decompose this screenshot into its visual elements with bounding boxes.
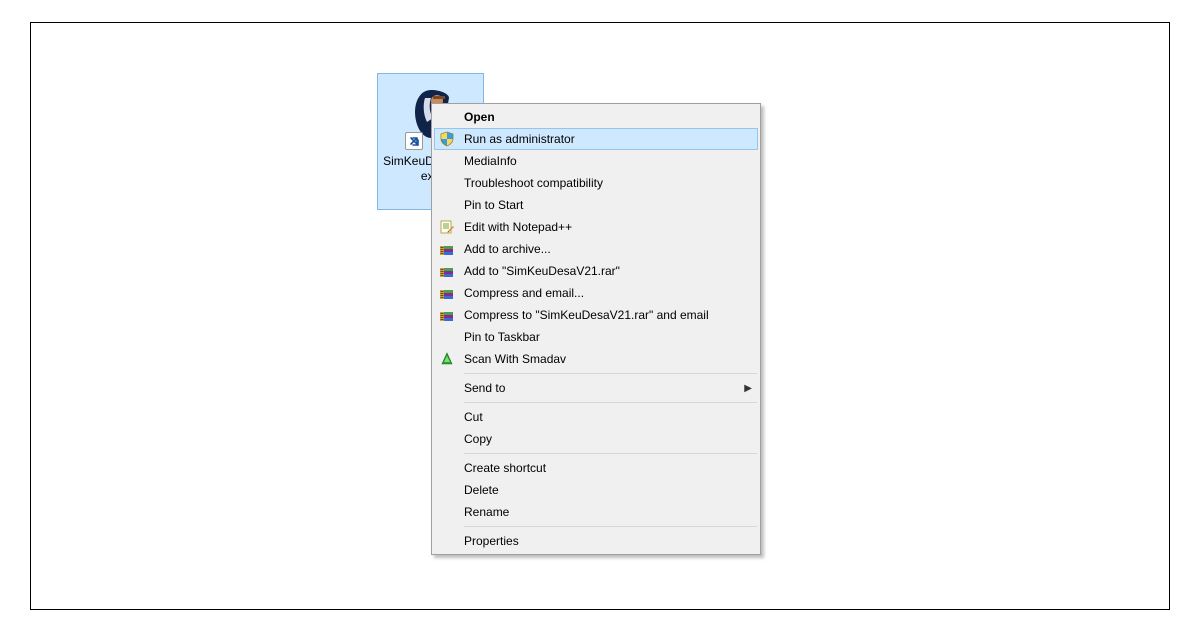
menu-separator: [464, 453, 757, 454]
menu-separator: [464, 526, 757, 527]
menu-label: Add to archive...: [464, 242, 551, 256]
menu-edit-notepadpp[interactable]: Edit with Notepad++: [434, 216, 758, 238]
menu-label: Open: [464, 110, 495, 124]
menu-label: MediaInfo: [464, 154, 517, 168]
menu-add-to-named-rar[interactable]: Add to "SimKeuDesaV21.rar": [434, 260, 758, 282]
menu-compress-and-email[interactable]: Compress and email...: [434, 282, 758, 304]
screenshot-frame: SimKeuDesaV21.exe Open Run as administra…: [30, 22, 1170, 610]
menu-create-shortcut[interactable]: Create shortcut: [434, 457, 758, 479]
shield-icon: [438, 130, 456, 148]
menu-send-to[interactable]: Send to ▶: [434, 377, 758, 399]
notepadpp-icon: [438, 218, 456, 236]
menu-mediainfo[interactable]: MediaInfo: [434, 150, 758, 172]
menu-compress-named-and-email[interactable]: Compress to "SimKeuDesaV21.rar" and emai…: [434, 304, 758, 326]
menu-rename[interactable]: Rename: [434, 501, 758, 523]
menu-label: Pin to Start: [464, 198, 523, 212]
menu-delete[interactable]: Delete: [434, 479, 758, 501]
menu-label: Rename: [464, 505, 509, 519]
menu-label: Compress to "SimKeuDesaV21.rar" and emai…: [464, 308, 709, 322]
winrar-icon: [438, 306, 456, 324]
menu-open[interactable]: Open: [434, 106, 758, 128]
menu-scan-with-smadav[interactable]: Scan With Smadav: [434, 348, 758, 370]
menu-troubleshoot-compatibility[interactable]: Troubleshoot compatibility: [434, 172, 758, 194]
menu-label: Add to "SimKeuDesaV21.rar": [464, 264, 620, 278]
menu-cut[interactable]: Cut: [434, 406, 758, 428]
menu-label: Send to: [464, 381, 505, 395]
smadav-icon: [438, 350, 456, 368]
winrar-icon: [438, 262, 456, 280]
menu-properties[interactable]: Properties: [434, 530, 758, 552]
menu-separator: [464, 402, 757, 403]
winrar-icon: [438, 284, 456, 302]
menu-add-to-archive[interactable]: Add to archive...: [434, 238, 758, 260]
winrar-icon: [438, 240, 456, 258]
menu-label: Scan With Smadav: [464, 352, 566, 366]
submenu-arrow-icon: ▶: [744, 377, 752, 399]
menu-label: Pin to Taskbar: [464, 330, 540, 344]
menu-label: Create shortcut: [464, 461, 546, 475]
menu-label: Cut: [464, 410, 483, 424]
shortcut-overlay-icon: [405, 132, 423, 150]
menu-pin-to-start[interactable]: Pin to Start: [434, 194, 758, 216]
menu-separator: [464, 373, 757, 374]
menu-label: Run as administrator: [464, 132, 575, 146]
menu-label: Compress and email...: [464, 286, 584, 300]
context-menu: Open Run as administrator MediaInfo Trou…: [431, 103, 761, 555]
menu-label: Delete: [464, 483, 499, 497]
menu-label: Properties: [464, 534, 519, 548]
menu-copy[interactable]: Copy: [434, 428, 758, 450]
menu-run-as-administrator[interactable]: Run as administrator: [434, 128, 758, 150]
menu-label: Edit with Notepad++: [464, 220, 572, 234]
menu-label: Copy: [464, 432, 492, 446]
menu-pin-to-taskbar[interactable]: Pin to Taskbar: [434, 326, 758, 348]
menu-label: Troubleshoot compatibility: [464, 176, 603, 190]
